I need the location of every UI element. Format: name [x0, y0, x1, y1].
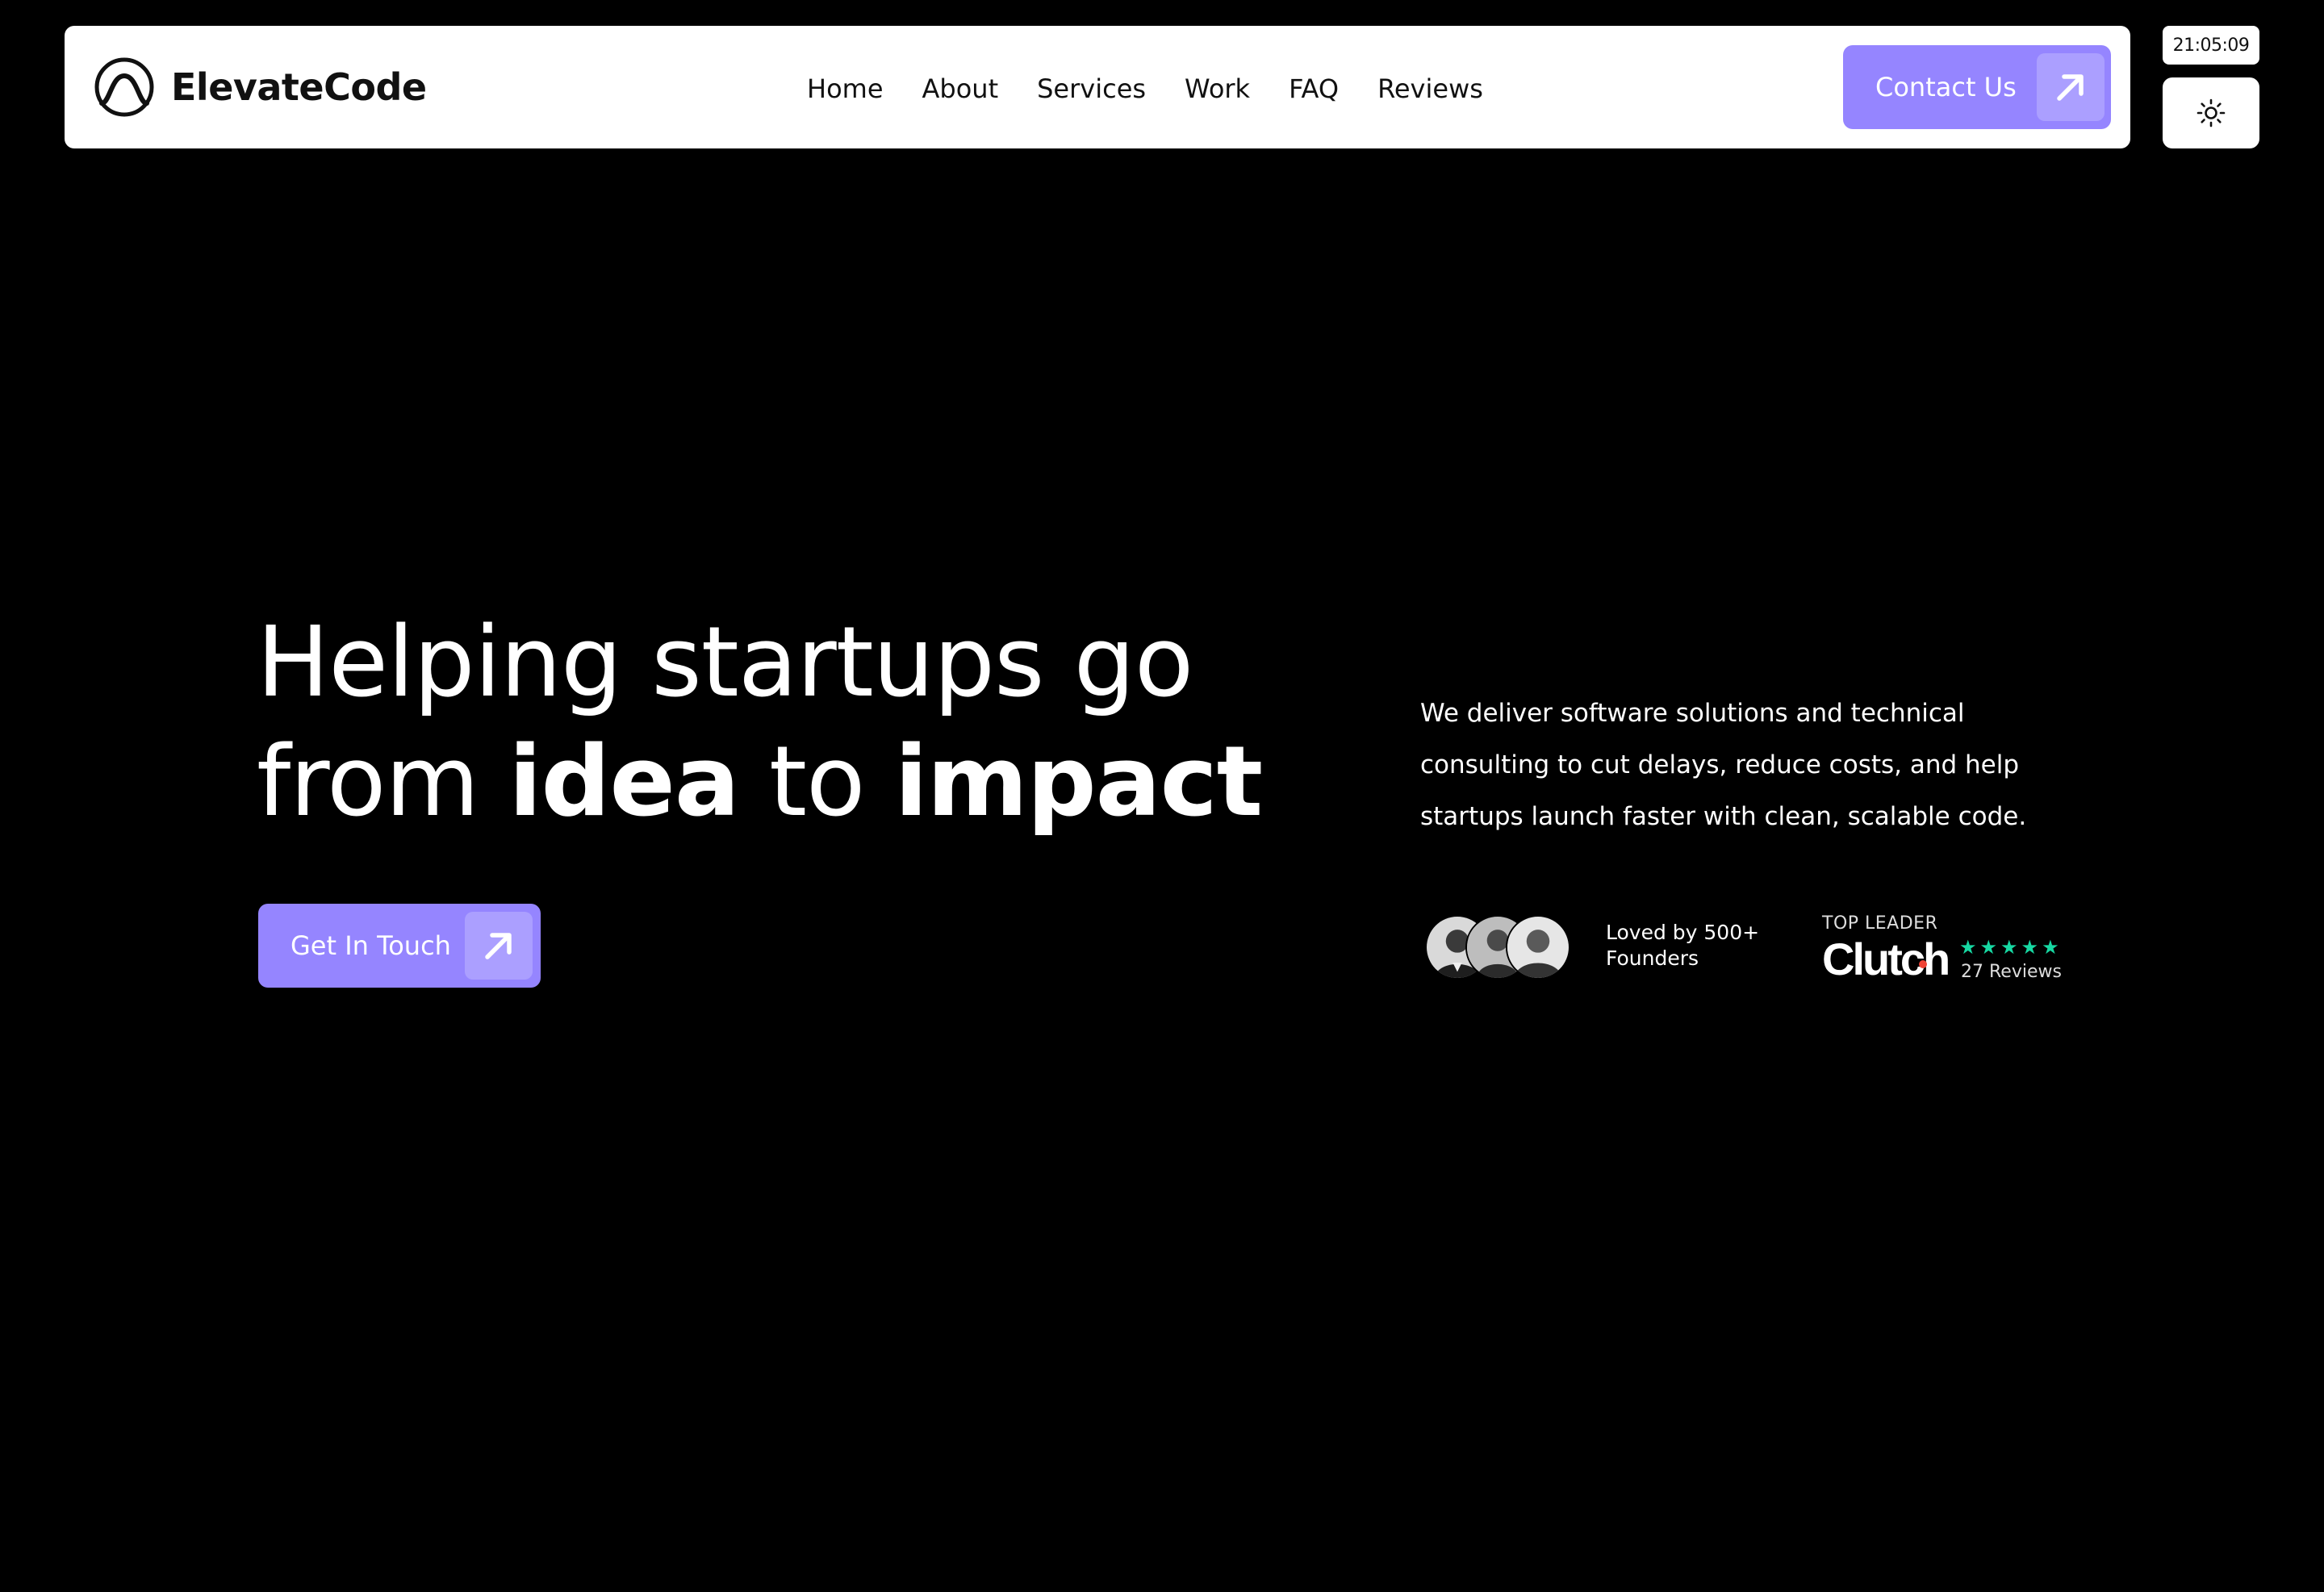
navbar: ElevateCode Home About Services Work FAQ…: [65, 26, 2130, 148]
get-in-touch-button[interactable]: Get In Touch: [258, 904, 541, 988]
loved-line-1: Loved by 500+: [1606, 921, 1760, 944]
star-icon: ★: [1959, 936, 1977, 959]
clutch-logo: Clutch: [1822, 934, 1950, 984]
avatar: [1506, 915, 1570, 980]
nav-link-reviews[interactable]: Reviews: [1377, 73, 1483, 104]
hero-from: from: [257, 726, 509, 838]
brand-name: ElevateCode: [171, 65, 427, 109]
star-icon: ★: [1979, 936, 1998, 959]
hero-heading: Helping startups go from idea to impact: [257, 604, 1306, 842]
nav-link-about[interactable]: About: [922, 73, 999, 104]
clutch-badge[interactable]: TOP LEADER Clutch ★ ★ ★ ★ ★ 27 Reviews: [1822, 912, 2080, 992]
avatar-portrait-icon: [1507, 917, 1569, 978]
star-icon: ★: [2000, 936, 2018, 959]
contact-arrow-box: [2037, 53, 2105, 121]
theme-toggle-button[interactable]: [2163, 77, 2259, 148]
nav-link-work[interactable]: Work: [1185, 73, 1250, 104]
hero-impact: impact: [894, 726, 1264, 838]
clutch-review-count: 27 Reviews: [1961, 962, 2062, 982]
loved-by-founders: Loved by 500+ Founders: [1606, 920, 1783, 971]
mountain-arch-icon: [94, 57, 154, 117]
clutch-top-leader-label: TOP LEADER: [1822, 913, 1938, 934]
contact-us-label: Contact Us: [1875, 72, 2017, 102]
clutch-logo-dot: [1919, 960, 1927, 968]
sun-icon: [2197, 98, 2226, 127]
hero-description: We deliver software solutions and techni…: [1420, 699, 2027, 831]
get-in-touch-label: Get In Touch: [290, 930, 451, 961]
hero-line-1: Helping startups go: [257, 607, 1193, 719]
arrow-up-right-icon: [485, 933, 512, 959]
star-icon: ★: [2021, 936, 2039, 959]
hero-to: to: [738, 726, 895, 838]
contact-us-button[interactable]: Contact Us: [1843, 45, 2111, 129]
nav-link-home[interactable]: Home: [807, 73, 884, 104]
clock-display: 21:05:09: [2163, 26, 2259, 65]
rating-stars: ★ ★ ★ ★ ★: [1959, 936, 2059, 959]
arrow-up-right-icon: [2057, 74, 2084, 101]
loved-line-2: Founders: [1606, 946, 1699, 970]
hero-idea: idea: [508, 726, 739, 838]
nav-link-faq[interactable]: FAQ: [1289, 73, 1339, 104]
brand-link[interactable]: ElevateCode: [94, 55, 427, 119]
star-icon: ★: [2042, 936, 2059, 959]
cta-arrow-box: [465, 912, 533, 980]
main-nav: Home About Services Work FAQ Reviews: [807, 66, 1483, 111]
founder-avatars: [1425, 915, 1578, 983]
nav-link-services[interactable]: Services: [1037, 73, 1146, 104]
